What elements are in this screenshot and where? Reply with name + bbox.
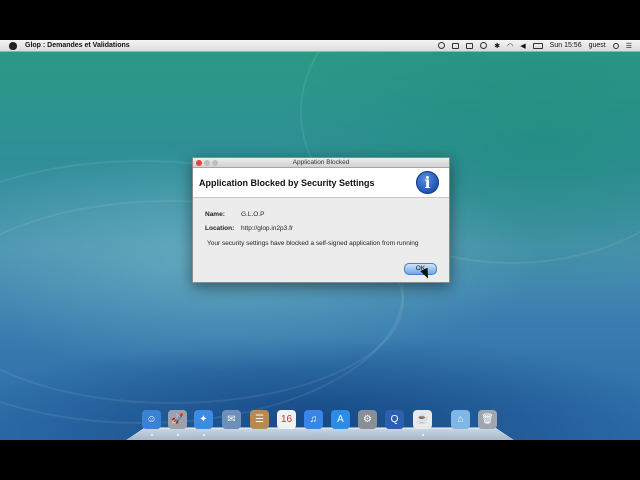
- camera-icon[interactable]: [466, 42, 474, 49]
- name-row: Name:: [205, 211, 225, 218]
- mail-icon[interactable]: ✉: [222, 410, 241, 429]
- list-icon[interactable]: ☰: [626, 42, 632, 50]
- name-label: Name:: [205, 211, 225, 218]
- java-icon[interactable]: ☕: [413, 410, 432, 429]
- info-icon: i: [416, 171, 439, 194]
- security-message: Your security settings have blocked a se…: [207, 240, 419, 247]
- trash-icon[interactable]: 🗑: [478, 410, 497, 429]
- running-indicator: [151, 434, 153, 436]
- dialog-titlebar: Application Blocked: [193, 158, 449, 168]
- folder-icon[interactable]: ⌂: [451, 410, 470, 429]
- zoom-window-icon[interactable]: [212, 159, 218, 166]
- apple-menu-icon[interactable]: [9, 41, 17, 50]
- time-machine-icon[interactable]: [480, 42, 488, 49]
- location-value: http://glop.in2p3.fr: [241, 225, 294, 232]
- close-window-icon[interactable]: [196, 159, 202, 166]
- app-store-icon[interactable]: A: [331, 410, 350, 429]
- screen: Glop : Demandes et Validations ✱ ◠ ◀ Sun…: [0, 40, 640, 440]
- wifi-icon[interactable]: ◠: [507, 42, 513, 50]
- application-blocked-dialog: Application Blocked Application Blocked …: [192, 157, 450, 283]
- safari-icon[interactable]: ✦: [194, 410, 213, 429]
- calendar-icon[interactable]: 16: [277, 410, 296, 429]
- itunes-icon[interactable]: ♫: [304, 410, 323, 429]
- quicktime-icon[interactable]: Q: [385, 410, 404, 429]
- record-icon[interactable]: [438, 42, 446, 49]
- contacts-icon[interactable]: ☰: [250, 410, 269, 429]
- system-preferences-icon[interactable]: ⚙: [358, 410, 377, 429]
- search-icon[interactable]: [612, 42, 619, 49]
- volume-icon[interactable]: ◀: [520, 42, 525, 50]
- running-indicator: [422, 434, 424, 436]
- dock: ☺ 🚀 ✦ ✉ ☰ 16 ♫ A ⚙ Q ☕ ⌂ 🗑: [126, 406, 514, 440]
- minimize-window-icon[interactable]: [204, 159, 210, 166]
- clock[interactable]: Sun 15:56: [550, 42, 582, 49]
- menu-bar: Glop : Demandes et Validations ✱ ◠ ◀ Sun…: [0, 40, 640, 52]
- name-value: G.L.O.P: [241, 211, 265, 218]
- running-indicator: [177, 434, 179, 436]
- user-menu[interactable]: guest: [589, 42, 606, 49]
- location-row: Location:: [205, 225, 234, 232]
- finder-icon[interactable]: ☺: [142, 410, 161, 429]
- dialog-heading: Application Blocked by Security Settings: [199, 178, 375, 188]
- running-indicator: [203, 434, 205, 436]
- dock-shelf: [126, 427, 514, 440]
- bluetooth-icon[interactable]: ✱: [494, 42, 500, 50]
- app-menu-title[interactable]: Glop : Demandes et Validations: [25, 42, 130, 49]
- dialog-header: Application Blocked by Security Settings…: [193, 168, 449, 198]
- battery-icon[interactable]: [532, 42, 543, 49]
- launchpad-icon[interactable]: 🚀: [168, 410, 187, 429]
- airplay-icon[interactable]: [452, 42, 460, 49]
- location-label: Location:: [205, 225, 235, 232]
- window-title: Application Blocked: [292, 159, 350, 166]
